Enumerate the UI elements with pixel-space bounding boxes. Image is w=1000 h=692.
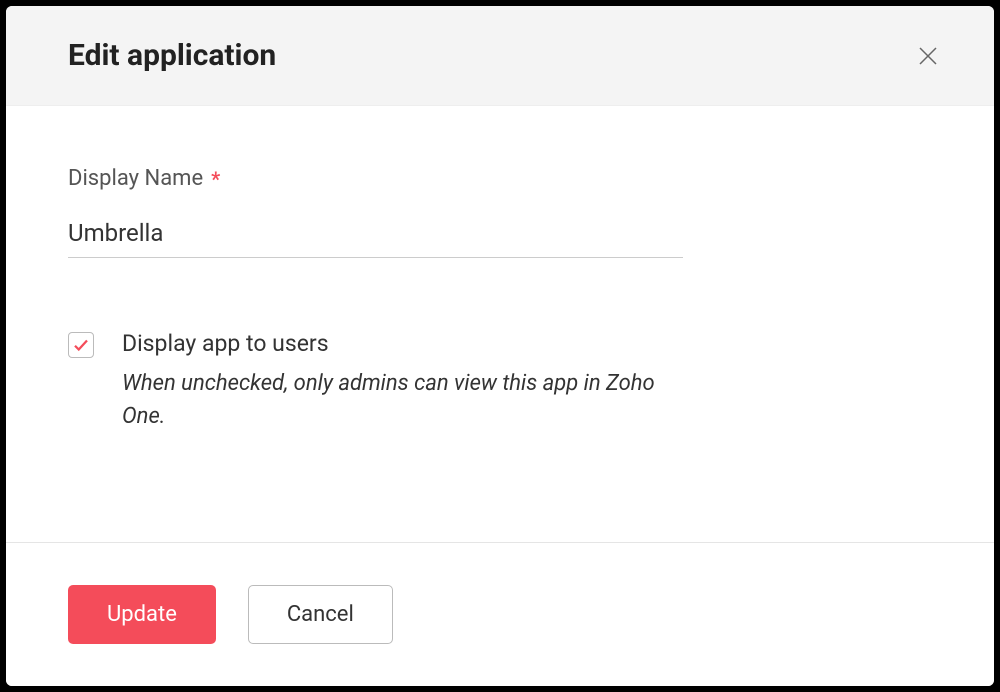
modal-footer: Update Cancel — [6, 542, 994, 686]
modal-body: Display Name * Display app to users When… — [6, 106, 994, 542]
display-name-input[interactable] — [68, 213, 683, 258]
close-icon — [916, 44, 940, 68]
display-to-users-group: Display app to users When unchecked, onl… — [68, 330, 932, 433]
close-button[interactable] — [912, 40, 944, 72]
required-asterisk-icon: * — [211, 167, 220, 191]
modal-header: Edit application — [6, 6, 994, 106]
cancel-button[interactable]: Cancel — [248, 585, 393, 644]
modal-title: Edit application — [68, 38, 276, 73]
update-button[interactable]: Update — [68, 585, 216, 644]
display-to-users-label: Display app to users — [122, 330, 682, 357]
display-name-label: Display Name * — [68, 166, 932, 191]
edit-application-modal: Edit application Display Name * — [6, 6, 994, 686]
checkmark-icon — [72, 336, 90, 354]
display-name-label-text: Display Name — [68, 166, 203, 191]
display-to-users-checkbox[interactable] — [68, 332, 94, 358]
display-to-users-helper: When unchecked, only admins can view thi… — [122, 367, 682, 433]
checkbox-wrapper — [68, 330, 94, 358]
checkbox-text-block: Display app to users When unchecked, onl… — [122, 330, 682, 433]
